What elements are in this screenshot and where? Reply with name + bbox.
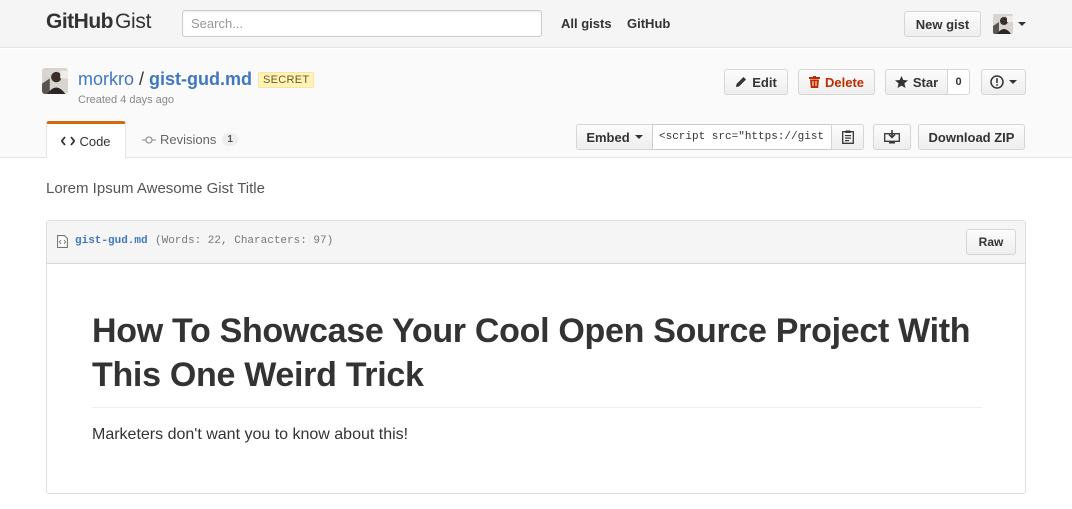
raw-button[interactable]: Raw [966,229,1016,255]
tab-code[interactable]: Code [46,121,126,158]
markdown-paragraph: Marketers don't want you to know about t… [92,426,409,443]
logo-gist-text: Gist [114,10,152,33]
star-label: Star [912,74,939,90]
clipboard-icon [841,130,854,144]
owner-avatar[interactable] [42,68,68,94]
pencil-icon [736,77,747,87]
trash-icon [808,76,820,88]
search-input[interactable] [182,10,542,37]
file-name-link[interactable]: gist-gud.md [75,235,148,247]
copy-to-clipboard-button[interactable] [831,124,864,150]
logo-github-text: GitHub [46,10,113,33]
code-icon [61,136,76,146]
alert-circle-icon [990,75,1004,89]
new-gist-button[interactable]: New gist [904,11,981,37]
desktop-download-icon [884,130,900,144]
git-commit-icon [142,135,156,144]
more-actions-button[interactable] [981,69,1026,95]
nav-all-gists[interactable]: All gists [561,16,612,31]
site-header: GitHub Gist All gists GitHub New gist [0,0,1072,48]
markdown-body: How To Showcase Your Cool Open Source Pr… [92,309,982,444]
tab-code-label: Code [79,133,111,149]
file-code-icon [57,235,68,248]
embed-label: Embed [586,129,630,145]
star-button[interactable]: Star [885,69,948,95]
tab-revisions-label: Revisions [160,132,217,147]
edit-label: Edit [752,74,777,90]
chevron-down-icon [1009,80,1017,84]
star-icon [894,76,908,88]
delete-label: Delete [824,74,865,90]
user-avatar[interactable] [993,14,1013,34]
markdown-heading: How To Showcase Your Cool Open Source Pr… [92,309,982,408]
open-in-desktop-button[interactable] [873,124,911,150]
gist-title: morkro / gist-gud.md SECRET [78,69,315,90]
edit-button[interactable]: Edit [724,69,788,95]
delete-button[interactable]: Delete [798,69,875,95]
file-stats: (Words: 22, Characters: 97) [155,235,334,247]
gist-filename-link[interactable]: gist-gud.md [149,69,252,90]
tab-revisions[interactable]: Revisions 1 [142,121,238,158]
download-zip-button[interactable]: Download ZIP [918,124,1025,150]
secret-badge: SECRET [258,71,315,88]
star-count[interactable]: 0 [947,69,970,95]
user-menu-caret-icon[interactable] [1018,22,1026,26]
file-header: gist-gud.md (Words: 22, Characters: 97) … [47,221,1025,264]
revisions-count-badge: 1 [222,133,238,146]
gist-description: Lorem Ipsum Awesome Gist Title [46,180,265,197]
chevron-down-icon [634,135,643,139]
nav-github[interactable]: GitHub [627,16,670,31]
github-gist-logo[interactable]: GitHub Gist [46,10,151,36]
file-container: gist-gud.md (Words: 22, Characters: 97) … [46,220,1026,494]
embed-url-field[interactable] [652,124,832,150]
embed-select-button[interactable]: Embed [576,124,653,150]
gist-header: morkro / gist-gud.md SECRET Created 4 da… [0,49,1072,158]
owner-link[interactable]: morkro [78,69,134,90]
title-separator: / [139,69,145,89]
created-timestamp: Created 4 days ago [78,94,175,106]
